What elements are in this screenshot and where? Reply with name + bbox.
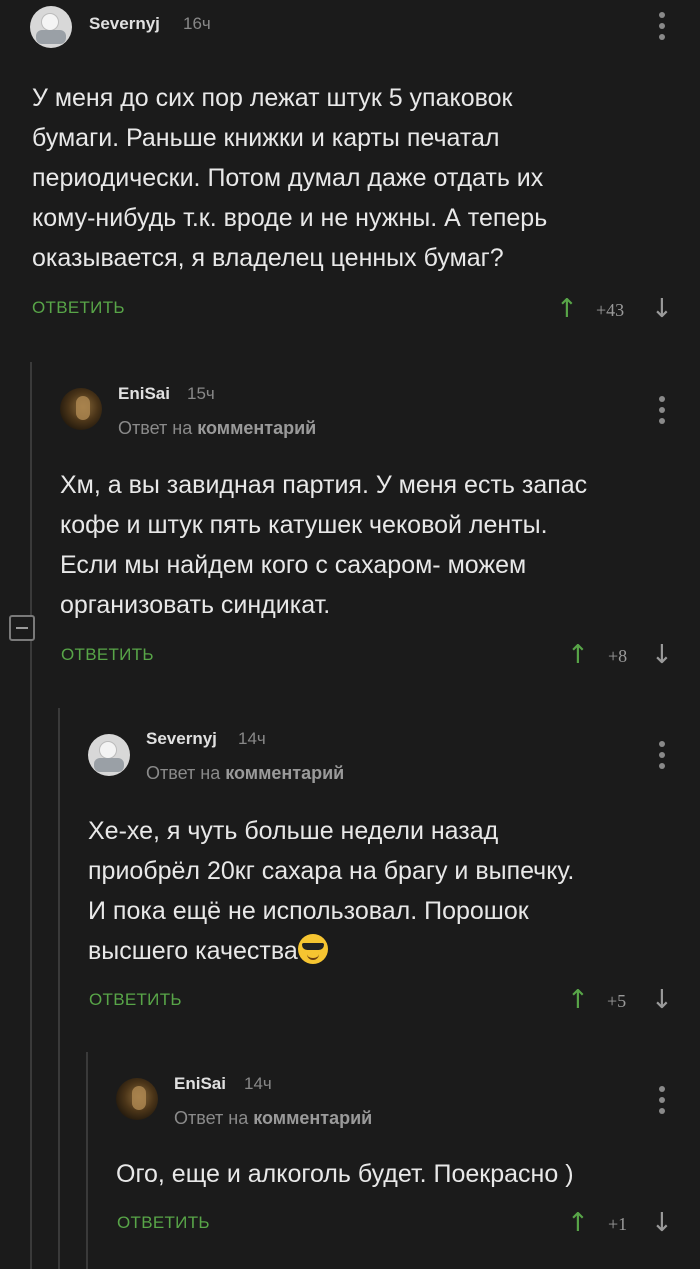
upvote-icon[interactable]: ↑ [567, 1210, 589, 1236]
comment-time: 14ч [244, 1074, 272, 1093]
comments-page: Severnyj 16ч У меня до сих пор лежат шту… [0, 0, 700, 1269]
reply-prefix: Ответ на [174, 1108, 249, 1128]
reply-to-link[interactable]: комментарий [253, 1108, 372, 1128]
comment-text: Ого, еще и алкоголь будет. Поекрасно ) [116, 1154, 686, 1194]
text-line: Ого, еще и алкоголь будет. Поекрасно ) [116, 1160, 574, 1188]
username[interactable]: EniSai [174, 1074, 226, 1094]
reply-button[interactable]: ОТВЕТИТЬ [117, 1213, 210, 1233]
more-options-icon[interactable] [659, 1086, 665, 1114]
downvote-icon[interactable]: ↓ [651, 1210, 673, 1236]
avatar[interactable] [116, 1078, 158, 1120]
rating: +1 [608, 1214, 628, 1234]
reply-to-line: Ответ на комментарий [174, 1108, 372, 1129]
comment-4: EniSai 14ч Ответ на комментарий Ого, еще… [0, 0, 700, 1269]
